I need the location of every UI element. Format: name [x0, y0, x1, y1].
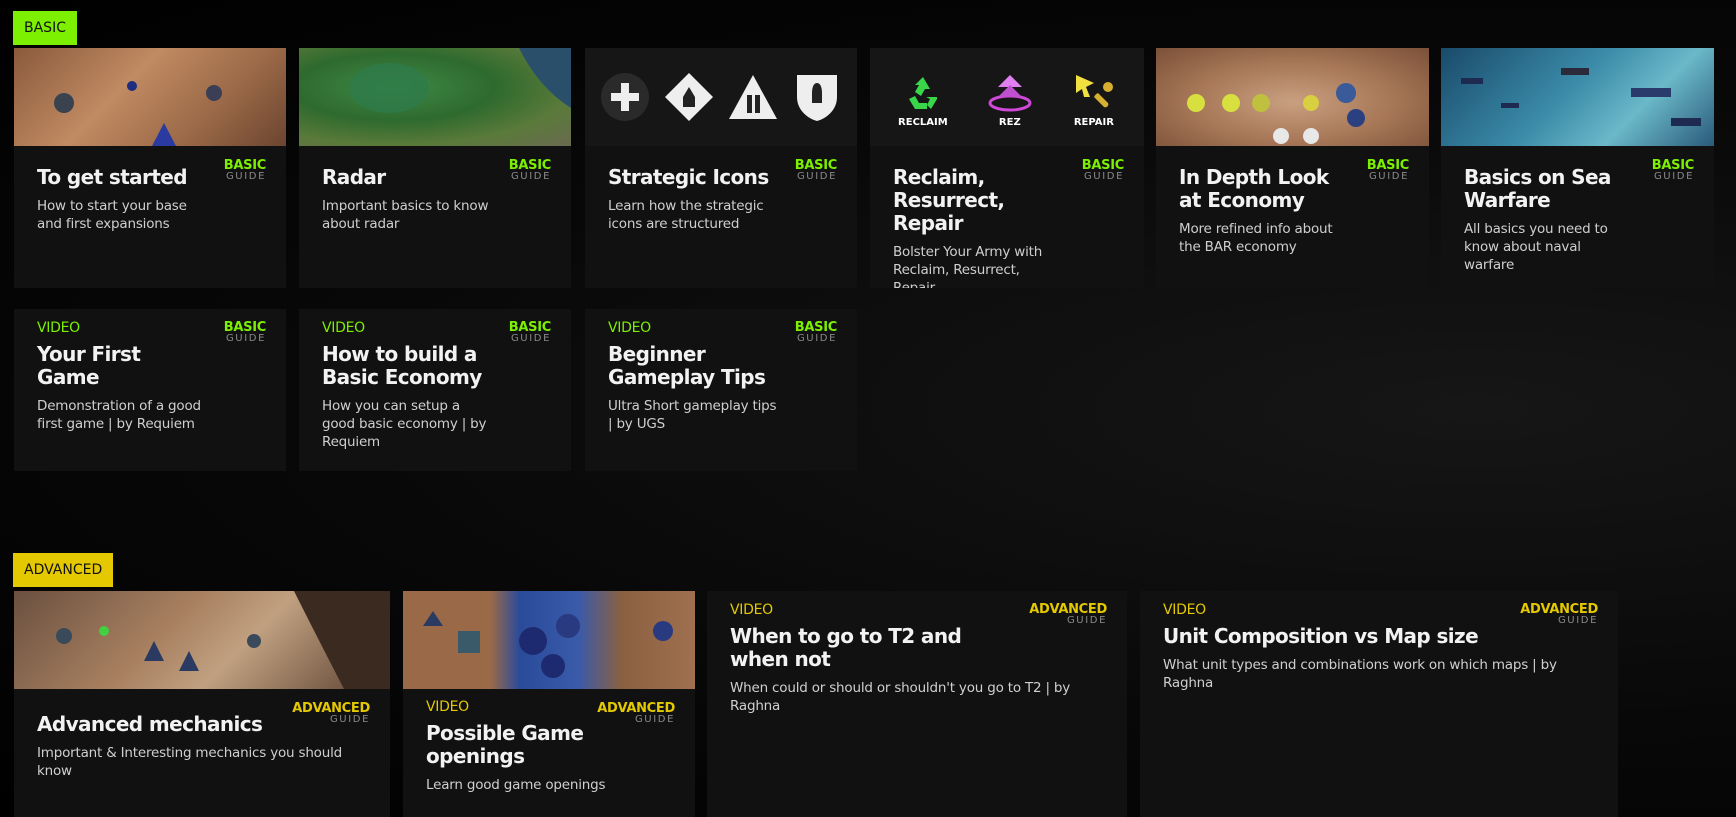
card-desc: All basics you need to know about naval … — [1464, 221, 1608, 273]
card-image-advanced-mechanics — [14, 591, 390, 689]
card-image-radar — [299, 48, 571, 146]
diamond-icon — [665, 73, 713, 121]
video-label: VIDEO — [608, 320, 651, 336]
card-title: When to go to T2 and when not — [730, 624, 962, 671]
guide-card-economy[interactable]: BASIC GUIDE In Depth Look at Economy More… — [1156, 48, 1429, 288]
guide-card-advanced-mechanics[interactable]: ADVANCED GUIDE Advanced mechanics Importa… — [14, 591, 390, 817]
video-label: VIDEO — [426, 699, 469, 715]
video-card-beginner-tips[interactable]: BASIC GUIDE VIDEO Beginner Gameplay Tips … — [585, 309, 857, 471]
card-desc: Important basics to know about radar — [322, 198, 489, 232]
rez-item: REZ — [988, 73, 1032, 128]
card-desc: When could or should or shouldn't you go… — [730, 680, 1071, 714]
repair-item: REPAIR — [1072, 73, 1116, 128]
video-card-t2-timing[interactable]: ADVANCED GUIDE VIDEO When to go to T2 and… — [707, 591, 1127, 817]
card-desc: What unit types and combinations work on… — [1163, 657, 1557, 691]
video-label: VIDEO — [37, 320, 80, 336]
video-card-your-first-game[interactable]: BASIC GUIDE VIDEO Your First Game Demonst… — [14, 309, 286, 471]
rez-arrows-icon — [988, 74, 1032, 111]
plus-icon — [601, 73, 649, 121]
card-image-sea — [1441, 48, 1714, 146]
video-label: VIDEO — [1163, 602, 1206, 618]
shield-icon — [797, 75, 837, 121]
triangle-icon — [729, 75, 777, 119]
card-image-economy — [1156, 48, 1429, 146]
advanced-guide-badge: ADVANCED GUIDE — [1029, 602, 1107, 626]
video-label: VIDEO — [730, 602, 773, 618]
card-title: Reclaim, Resurrect, Repair — [893, 165, 1005, 235]
card-desc: Important & Interesting mechanics you sh… — [37, 745, 343, 779]
card-desc: Learn how the strategic icons are struct… — [608, 198, 764, 232]
guide-card-strategic-icons[interactable]: BASIC GUIDE Strategic Icons Learn how the… — [585, 48, 857, 288]
card-desc: Learn good game openings — [426, 777, 606, 793]
card-desc: How to start your base and first expansi… — [37, 198, 187, 232]
guide-card-game-openings[interactable]: ADVANCED GUIDE VIDEO Possible Game openin… — [403, 591, 695, 817]
card-desc: More refined info about the BAR economy — [1179, 221, 1333, 255]
card-title: In Depth Look at Economy — [1179, 165, 1329, 212]
guide-card-reclaim-resurrect-repair[interactable]: RECLAIM REZ REPAIR BASIC GUIDE Reclaim, R… — [870, 48, 1144, 288]
guide-card-radar[interactable]: BASIC GUIDE Radar Important basics to kno… — [299, 48, 571, 288]
card-title: To get started — [37, 165, 188, 189]
card-title: Your First Game — [37, 342, 141, 389]
card-image-strategic-icons — [585, 48, 857, 146]
page: BASIC BASIC GUIDE To get started How to s… — [0, 0, 1736, 817]
card-desc: Bolster Your Army with Reclaim, Resurrec… — [893, 244, 1043, 288]
guide-card-to-get-started[interactable]: BASIC GUIDE To get started How to start y… — [14, 48, 286, 288]
recycle-icon — [908, 76, 937, 109]
card-image-openings — [403, 591, 695, 689]
card-title: Radar — [322, 165, 386, 189]
video-label: VIDEO — [322, 320, 365, 336]
guide-card-sea-warfare[interactable]: BASIC GUIDE Basics on Sea Warfare All bas… — [1441, 48, 1714, 288]
card-title: How to build a Basic Economy — [322, 342, 482, 389]
card-desc: How you can setup a good basic economy |… — [322, 398, 487, 450]
card-image-rrr: RECLAIM REZ REPAIR — [870, 48, 1144, 146]
card-image-base — [14, 48, 286, 146]
reclaim-item: RECLAIM — [898, 73, 948, 128]
section-tag-basic: BASIC — [13, 11, 77, 45]
card-desc: Ultra Short gameplay tips | by UGS — [608, 398, 777, 432]
card-title: Beginner Gameplay Tips — [608, 342, 766, 389]
card-title: Possible Game openings — [426, 721, 584, 768]
card-title: Unit Composition vs Map size — [1163, 624, 1479, 648]
section-tag-advanced: ADVANCED — [13, 553, 114, 587]
card-title: Strategic Icons — [608, 165, 769, 189]
video-card-basic-economy[interactable]: BASIC GUIDE VIDEO How to build a Basic Ec… — [299, 309, 571, 471]
card-title: Basics on Sea Warfare — [1464, 165, 1611, 212]
video-card-unit-composition[interactable]: ADVANCED GUIDE VIDEO Unit Composition vs … — [1140, 591, 1618, 817]
wrench-icon — [1075, 74, 1113, 107]
card-desc: Demonstration of a good first game | by … — [37, 398, 201, 432]
card-title: Advanced mechanics — [37, 712, 263, 736]
